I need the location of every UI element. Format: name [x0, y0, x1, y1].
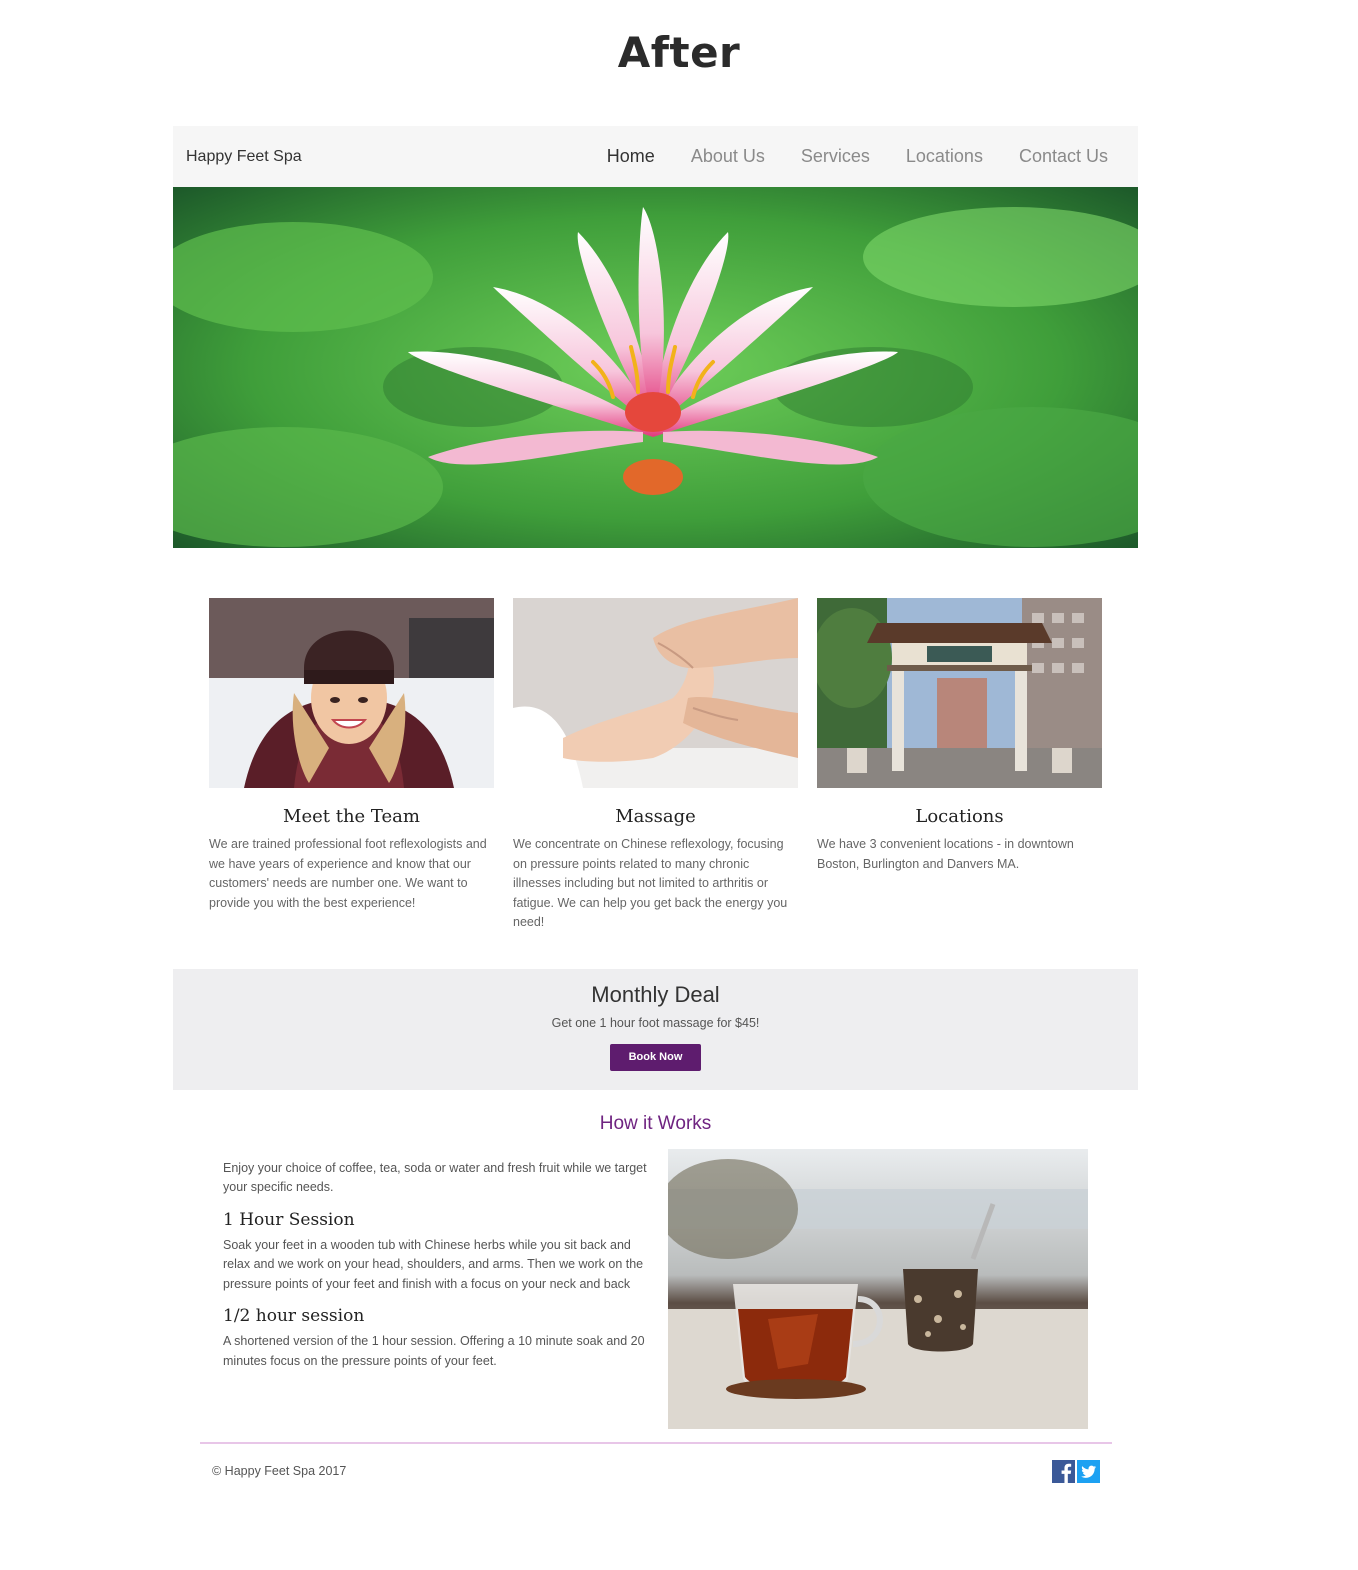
how-it-works-section: Enjoy your choice of coffee, tea, soda o… — [173, 1148, 1138, 1439]
foot-massage-photo — [513, 598, 798, 788]
card-text: We are trained professional foot reflexo… — [209, 837, 487, 910]
navbar: Happy Feet Spa Home About Us Services Lo… — [173, 126, 1138, 187]
monthly-deal-section: Monthly Deal Get one 1 hour foot massage… — [173, 968, 1138, 1090]
how-it-works-title: How it Works — [599, 1112, 712, 1134]
session-2-title: 1/2 hour session — [223, 1306, 365, 1326]
copyright-text: © Happy Feet Spa 2017 — [212, 1464, 347, 1478]
social-links — [1052, 1460, 1100, 1483]
woman-smiling-photo — [209, 598, 494, 788]
card-locations: Locations We have 3 convenient locations… — [817, 598, 1102, 933]
book-now-button[interactable]: Book Now — [610, 1043, 701, 1071]
nav-locations[interactable]: Locations — [906, 146, 983, 167]
how-it-works-text: Enjoy your choice of coffee, tea, soda o… — [223, 1159, 648, 1372]
deal-text: Get one 1 hour foot massage for $45! — [551, 1015, 760, 1030]
website-mockup: Happy Feet Spa Home About Us Services Lo… — [173, 126, 1138, 1439]
brand-name[interactable]: Happy Feet Spa — [186, 148, 302, 166]
how-intro: Enjoy your choice of coffee, tea, soda o… — [223, 1160, 647, 1195]
nav-services[interactable]: Services — [801, 146, 870, 167]
session-1-text: Soak your feet in a wooden tub with Chin… — [223, 1237, 644, 1291]
card-text: We concentrate on Chinese reflexology, f… — [513, 837, 788, 929]
chinatown-gate-photo — [817, 598, 1102, 788]
card-massage: Massage We concentrate on Chinese reflex… — [513, 598, 798, 933]
facebook-icon[interactable] — [1052, 1460, 1075, 1483]
card-text: We have 3 convenient locations - in down… — [817, 837, 1074, 871]
session-1-title: 1 Hour Session — [223, 1209, 355, 1230]
nav-home[interactable]: Home — [607, 146, 655, 167]
lotus-flower-image — [173, 187, 1138, 548]
footer: © Happy Feet Spa 2017 — [200, 1442, 1112, 1502]
tea-cup-photo — [668, 1148, 1088, 1429]
card-title: Massage — [615, 806, 696, 827]
nav-about-us[interactable]: About Us — [691, 146, 765, 167]
deal-title: Monthly Deal — [591, 981, 720, 1007]
feature-cards: Meet the Team We are trained professiona… — [173, 548, 1138, 933]
card-title: Locations — [915, 806, 1004, 827]
nav-contact-us[interactable]: Contact Us — [1019, 146, 1108, 167]
page-heading: After — [617, 28, 741, 77]
card-team: Meet the Team We are trained professiona… — [209, 598, 494, 933]
twitter-icon[interactable] — [1077, 1460, 1100, 1483]
session-2-text: A shortened version of the 1 hour sessio… — [223, 1334, 645, 1368]
card-title: Meet the Team — [283, 806, 420, 827]
hero-banner — [173, 187, 1138, 548]
nav-links: Home About Us Services Locations Contact… — [607, 146, 1108, 167]
